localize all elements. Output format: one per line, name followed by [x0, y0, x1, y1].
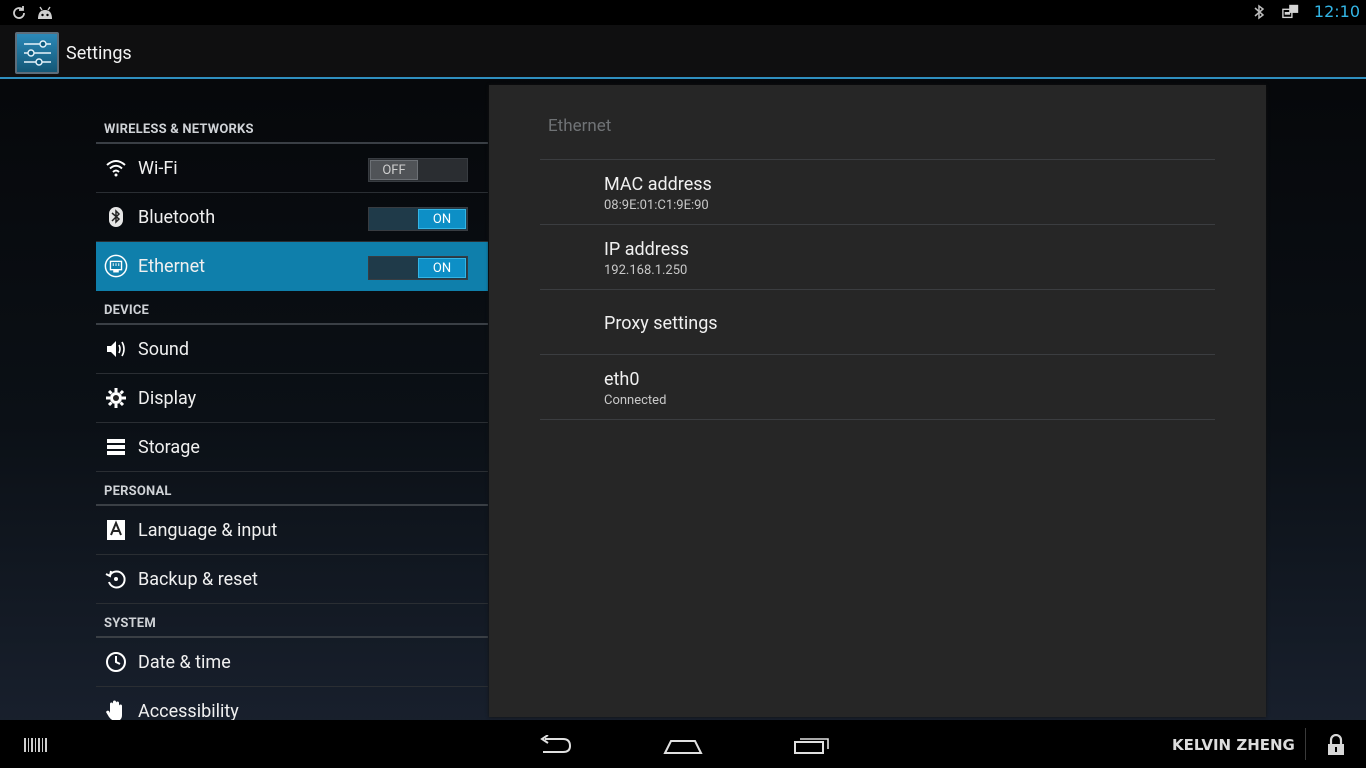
wifi-toggle[interactable]: OFF — [368, 158, 468, 182]
action-bar: Settings — [0, 25, 1366, 79]
sidebar-item-label: Date & time — [138, 651, 231, 673]
sidebar-item-label: Wi-Fi — [138, 157, 178, 179]
language-icon — [104, 518, 128, 542]
android-debug-icon — [36, 4, 54, 22]
item-title: Proxy settings — [604, 313, 718, 334]
navigation-bar: KELVIN ZHENG — [0, 720, 1366, 768]
section-header-wireless: WIRELESS & NETWORKS — [96, 110, 488, 144]
barcode-icon[interactable] — [16, 732, 56, 758]
eth0-item[interactable]: eth0 Connected — [540, 355, 1215, 420]
ip-address-item[interactable]: IP address 192.168.1.250 — [540, 225, 1215, 290]
detail-title: Ethernet — [548, 116, 612, 136]
backup-icon — [104, 567, 128, 591]
status-bar: 12:10 — [0, 0, 1366, 25]
ethernet-status-icon — [1282, 3, 1300, 21]
ethernet-toggle[interactable]: ON — [368, 256, 468, 280]
settings-sidebar: WIRELESS & NETWORKS Wi-Fi OFF Bluetooth … — [96, 110, 488, 736]
item-summary: Connected — [604, 393, 667, 408]
sidebar-item-label: Backup & reset — [138, 568, 258, 590]
speaker-icon — [104, 337, 128, 361]
item-title: MAC address — [604, 174, 712, 195]
bluetooth-icon — [1250, 3, 1268, 21]
item-title: eth0 — [604, 369, 640, 390]
section-header-system: SYSTEM — [96, 604, 488, 638]
section-header-personal: PERSONAL — [96, 472, 488, 506]
detail-list: MAC address 08:9E:01:C1:9E:90 IP address… — [540, 159, 1215, 420]
bluetooth-icon — [104, 205, 128, 229]
sidebar-item-ethernet[interactable]: Ethernet ON — [96, 242, 488, 291]
storage-icon — [104, 435, 128, 459]
navbar-divider — [1305, 728, 1306, 760]
section-header-device: DEVICE — [96, 291, 488, 325]
bluetooth-toggle[interactable]: ON — [368, 207, 468, 231]
sidebar-item-backup[interactable]: Backup & reset — [96, 555, 488, 604]
sidebar-item-label: Language & input — [138, 519, 278, 541]
sidebar-item-date-time[interactable]: Date & time — [96, 638, 488, 687]
sidebar-item-storage[interactable]: Storage — [96, 423, 488, 472]
item-summary: 192.168.1.250 — [604, 263, 688, 278]
sidebar-item-wifi[interactable]: Wi-Fi OFF — [96, 144, 488, 193]
toggle-state: ON — [418, 209, 466, 229]
sidebar-item-label: Accessibility — [138, 700, 239, 722]
sidebar-item-label: Bluetooth — [138, 206, 216, 228]
user-name[interactable]: KELVIN ZHENG — [1172, 736, 1295, 754]
item-title: IP address — [604, 239, 689, 260]
page-title: Settings — [66, 43, 132, 64]
sidebar-item-language[interactable]: Language & input — [96, 506, 488, 555]
clock-time: 12:10 — [1313, 2, 1360, 21]
item-summary: 08:9E:01:C1:9E:90 — [604, 198, 709, 213]
sidebar-item-display[interactable]: Display — [96, 374, 488, 423]
wifi-icon — [104, 156, 128, 180]
proxy-settings-item[interactable]: Proxy settings — [540, 290, 1215, 355]
sidebar-item-label: Display — [138, 387, 197, 409]
sidebar-item-label: Sound — [138, 338, 189, 360]
sidebar-item-sound[interactable]: Sound — [96, 325, 488, 374]
mac-address-item[interactable]: MAC address 08:9E:01:C1:9E:90 — [540, 160, 1215, 225]
sidebar-item-bluetooth[interactable]: Bluetooth ON — [96, 193, 488, 242]
sidebar-item-label: Ethernet — [138, 255, 206, 277]
toggle-state: OFF — [370, 160, 418, 180]
recent-apps-icon[interactable] — [792, 732, 832, 758]
ethernet-detail-panel: Ethernet MAC address 08:9E:01:C1:9E:90 I… — [489, 85, 1266, 717]
display-icon — [104, 386, 128, 410]
back-icon[interactable] — [535, 732, 575, 758]
clock-icon — [104, 650, 128, 674]
lock-icon[interactable] — [1316, 732, 1356, 758]
sync-icon — [10, 4, 28, 22]
settings-app-icon[interactable] — [15, 32, 59, 74]
home-icon[interactable] — [663, 732, 703, 758]
ethernet-icon — [104, 254, 128, 278]
sidebar-item-label: Storage — [138, 436, 200, 458]
toggle-state: ON — [418, 258, 466, 278]
